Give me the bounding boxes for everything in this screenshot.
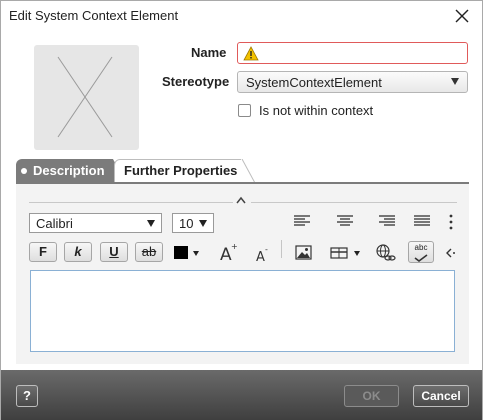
- cancel-button[interactable]: Cancel: [413, 385, 469, 407]
- dialog-title: Edit System Context Element: [9, 8, 179, 23]
- italic-button[interactable]: k: [64, 242, 92, 262]
- font-family-value: Calibri: [36, 216, 73, 231]
- increase-font-size-icon[interactable]: A +: [218, 242, 238, 262]
- not-within-context-label: Is not within context: [259, 103, 374, 118]
- underline-button[interactable]: U: [100, 242, 128, 262]
- tab-further-properties[interactable]: Further Properties: [114, 159, 255, 183]
- text-color-swatch[interactable]: [174, 246, 188, 259]
- spellcheck-button[interactable]: abc: [408, 241, 434, 263]
- decrease-font-size-icon[interactable]: A -: [254, 244, 272, 262]
- description-editor-panel: Calibri 10 F k U ab A + A - abc: [16, 184, 469, 364]
- chevron-down-icon: [199, 220, 207, 227]
- close-icon[interactable]: [452, 6, 472, 26]
- chevron-down-icon: [451, 78, 459, 85]
- font-size-select[interactable]: 10: [172, 213, 214, 233]
- not-within-context-checkbox[interactable]: [238, 104, 251, 117]
- help-button[interactable]: ?: [16, 385, 38, 407]
- toolbar-overflow-icon[interactable]: [445, 248, 457, 258]
- tab-description-label: Description: [33, 163, 105, 178]
- dialog-footer: ? OK Cancel: [1, 370, 482, 420]
- more-icon[interactable]: [448, 214, 454, 230]
- align-left-icon[interactable]: [293, 214, 311, 228]
- chevron-down-icon[interactable]: [193, 251, 199, 256]
- insert-link-icon[interactable]: [376, 244, 396, 262]
- check-icon: [414, 254, 428, 262]
- name-field[interactable]: [237, 42, 468, 64]
- tab-slant: [241, 159, 255, 183]
- align-right-icon[interactable]: [378, 214, 396, 228]
- tab-further-properties-label: Further Properties: [124, 163, 238, 178]
- name-label: Name: [191, 45, 227, 60]
- stereotype-value: SystemContextElement: [246, 75, 382, 90]
- strikethrough-button[interactable]: ab: [135, 242, 163, 262]
- title-bar: Edit System Context Element: [1, 1, 482, 31]
- stereotype-label: Stereotype: [162, 74, 230, 89]
- font-family-select[interactable]: Calibri: [29, 213, 162, 233]
- edit-dialog: Edit System Context Element Name Stereot…: [0, 0, 483, 420]
- bold-button[interactable]: F: [29, 242, 57, 262]
- active-dot-icon: [21, 168, 27, 174]
- svg-text:+: +: [231, 242, 238, 251]
- placeholder-cross-icon: [57, 56, 113, 138]
- tab-description[interactable]: Description: [16, 159, 125, 182]
- insert-image-icon[interactable]: [295, 245, 312, 260]
- tab-bar: Description Further Properties: [16, 159, 471, 183]
- dialog-content: Name Stereotype SystemContextElement Is …: [1, 31, 482, 370]
- insert-table-icon[interactable]: [330, 246, 350, 260]
- stereotype-select[interactable]: SystemContextElement: [237, 71, 468, 93]
- divider: [251, 202, 457, 203]
- svg-text:-: -: [265, 245, 268, 254]
- chevron-down-icon: [147, 220, 155, 227]
- svg-text:A: A: [256, 250, 265, 262]
- font-size-value: 10: [179, 216, 194, 231]
- toolbar-separator: [281, 240, 282, 258]
- align-justify-icon[interactable]: [413, 214, 431, 228]
- ok-button[interactable]: OK: [344, 385, 399, 407]
- chevron-up-icon[interactable]: [236, 196, 246, 204]
- description-text-area[interactable]: [30, 270, 455, 352]
- align-center-icon[interactable]: [336, 214, 354, 228]
- warning-icon: [243, 46, 259, 61]
- divider: [29, 202, 233, 203]
- image-placeholder[interactable]: [34, 45, 139, 150]
- chevron-down-icon[interactable]: [354, 251, 360, 256]
- spellcheck-label: abc: [414, 243, 428, 252]
- toolbar-collapse[interactable]: [16, 184, 469, 206]
